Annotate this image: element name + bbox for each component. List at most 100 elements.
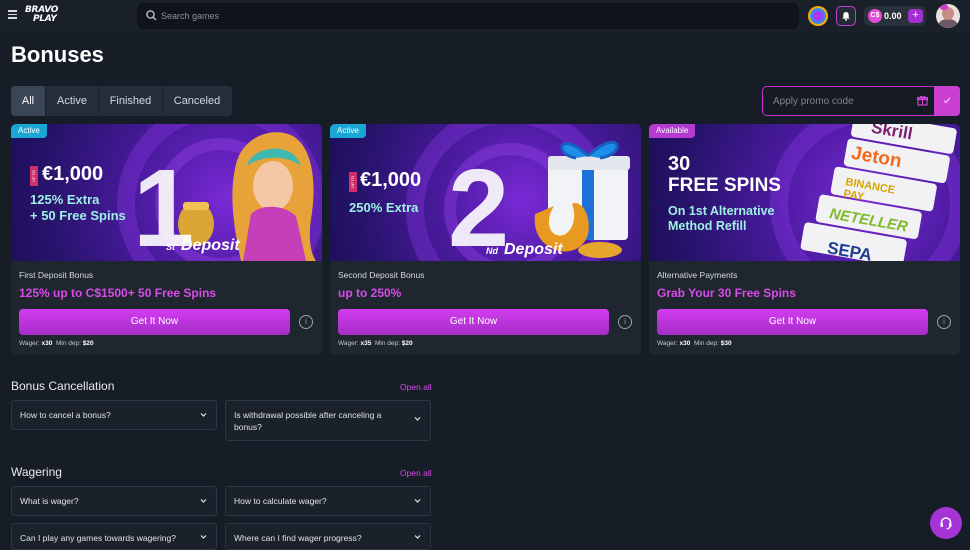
faq-item[interactable]: How to cancel a bonus? — [11, 400, 217, 430]
chevron-down-icon — [200, 534, 207, 539]
bonus-subtitle: First Deposit Bonus — [19, 270, 94, 280]
faq-question: How to cancel a bonus? — [20, 410, 111, 420]
min-dep-label: Min dep: — [694, 340, 719, 347]
get-it-now-button[interactable]: Get It Now — [19, 309, 290, 335]
top-bar: BRAVO PLAY C$ 0.00 + — [0, 0, 970, 33]
chevron-down-icon — [414, 534, 421, 539]
upto-tag: UP TO — [349, 172, 357, 192]
chevron-down-icon — [200, 413, 207, 417]
section-title-wagering: Wagering — [11, 465, 62, 479]
bonus-terms: Wager: x30 Min dep: $30 — [657, 340, 732, 347]
bonus-card-second-deposit: 2 UP TO €1,000 250% Extra Nd Deposit Act… — [330, 124, 641, 355]
info-icon[interactable]: i — [299, 315, 313, 329]
chevron-down-icon — [200, 499, 207, 503]
wager-label: Wager: — [338, 340, 359, 347]
tab-all[interactable]: All — [11, 86, 45, 116]
headset-icon — [940, 517, 952, 530]
banner-free-spins: FREE SPINS — [668, 175, 781, 196]
chevron-down-icon — [414, 417, 421, 421]
menu-icon[interactable] — [8, 10, 17, 19]
faq-item[interactable]: Where can I find wager progress? — [225, 523, 431, 550]
currency-icon: C$ — [868, 9, 882, 23]
banner-line1: 125% Extra — [30, 192, 100, 207]
avatar[interactable] — [936, 4, 960, 28]
bonus-subtitle: Second Deposit Bonus — [338, 270, 425, 280]
bonus-card-first-deposit: 1 UP TO €1,000 125% Extra + 50 Free Spin… — [11, 124, 322, 355]
wager-label: Wager: — [657, 340, 678, 347]
bonus-headline: 125% up to C$1500+ 50 Free Spins — [19, 286, 217, 300]
get-it-now-button[interactable]: Get It Now — [338, 309, 609, 335]
min-dep-label: Min dep: — [56, 340, 81, 347]
faq-question: What is wager? — [20, 496, 79, 506]
bonus-headline: Grab Your 30 Free Spins — [657, 286, 796, 300]
faq-item[interactable]: Can I play any games towards wagering? — [11, 523, 217, 550]
min-dep-value: $20 — [82, 340, 94, 347]
tab-canceled[interactable]: Canceled — [162, 86, 231, 116]
balance-widget[interactable]: C$ 0.00 + — [864, 6, 926, 26]
tab-active[interactable]: Active — [45, 86, 98, 116]
wager-label: Wager: — [19, 340, 40, 347]
bonus-subtitle: Alternative Payments — [657, 270, 738, 280]
banner-deposit-prefix: St — [166, 242, 175, 252]
banner-line3: On 1st Alternative — [668, 204, 775, 218]
notifications-button[interactable] — [836, 6, 856, 26]
gift-icon — [917, 95, 928, 106]
status-badge: Active — [330, 124, 366, 138]
search-input[interactable] — [161, 7, 761, 25]
page-title: Bonuses — [11, 42, 104, 67]
status-badge: Active — [11, 124, 47, 138]
faq-item[interactable]: What is wager? — [11, 486, 217, 516]
faq-item[interactable]: Is withdrawal possible after canceling a… — [225, 400, 431, 441]
check-icon — [943, 97, 951, 103]
bonus-terms: Wager: x35 Min dep: $20 — [338, 340, 413, 347]
wager-value: x30 — [679, 340, 691, 347]
min-dep-value: $30 — [720, 340, 732, 347]
support-chat-button[interactable] — [930, 507, 962, 539]
banner-line4: Method Refill — [668, 219, 747, 233]
bonus-banner[interactable]: Skrill Jeton BINANCE PAY NETELLER SEPA 3… — [649, 124, 960, 261]
open-all-link[interactable]: Open all — [400, 468, 432, 478]
banner-amount: €1,000 — [42, 163, 104, 185]
logo-bottom: PLAY — [33, 14, 57, 24]
faq-question: Is withdrawal possible after canceling a… — [234, 410, 382, 432]
banner-deposit-prefix: Nd — [486, 246, 498, 256]
banner-line2: + 50 Free Spins — [30, 208, 126, 223]
upto-tag: UP TO — [30, 166, 38, 186]
bonus-banner[interactable]: 2 UP TO €1,000 250% Extra Nd Deposit Act… — [330, 124, 641, 261]
logo[interactable]: BRAVO PLAY — [25, 6, 67, 26]
open-all-link[interactable]: Open all — [400, 382, 432, 392]
min-dep-label: Min dep: — [375, 340, 400, 347]
chevron-down-icon — [414, 499, 421, 503]
bonus-terms: Wager: x30 Min dep: $20 — [19, 340, 94, 347]
bonus-card-alternative-payments: Skrill Jeton BINANCE PAY NETELLER SEPA 3… — [649, 124, 960, 355]
info-icon[interactable]: i — [937, 315, 951, 329]
bonus-headline: up to 250% — [338, 286, 402, 300]
get-it-now-button[interactable]: Get It Now — [657, 309, 928, 335]
apply-promo-button[interactable] — [934, 85, 960, 116]
banner-big-number: 2 — [448, 147, 510, 262]
banner-deposit: Deposit — [181, 237, 240, 254]
search-bar[interactable] — [137, 3, 799, 29]
balance-value: 0.00 — [884, 11, 902, 21]
promo-code-input[interactable] — [773, 93, 913, 109]
banner-spins-count: 30 — [668, 153, 691, 175]
min-dep-value: $20 — [401, 340, 413, 347]
faq-question: Where can I find wager progress? — [234, 533, 362, 543]
fortune-wheel-icon[interactable] — [808, 6, 828, 26]
faq-question: How to calculate wager? — [234, 496, 327, 506]
faq-item[interactable]: How to calculate wager? — [225, 486, 431, 516]
banner-deposit: Deposit — [504, 241, 563, 258]
banner-amount: €1,000 — [360, 169, 422, 191]
deposit-plus-button[interactable]: + — [908, 9, 923, 23]
status-badge: Available — [649, 124, 696, 138]
tab-finished[interactable]: Finished — [98, 86, 162, 116]
section-title-bonus-cancellation: Bonus Cancellation — [11, 379, 115, 393]
faq-question: Can I play any games towards wagering? — [20, 533, 176, 543]
promo-code-field — [762, 85, 960, 116]
wager-value: x35 — [360, 340, 372, 347]
bonus-tabs: All Active Finished Canceled — [11, 86, 232, 116]
banner-line1: 250% Extra — [349, 200, 419, 215]
info-icon[interactable]: i — [618, 315, 632, 329]
bell-icon — [842, 12, 850, 21]
bonus-banner[interactable]: 1 UP TO €1,000 125% Extra + 50 Free Spin… — [11, 124, 322, 261]
